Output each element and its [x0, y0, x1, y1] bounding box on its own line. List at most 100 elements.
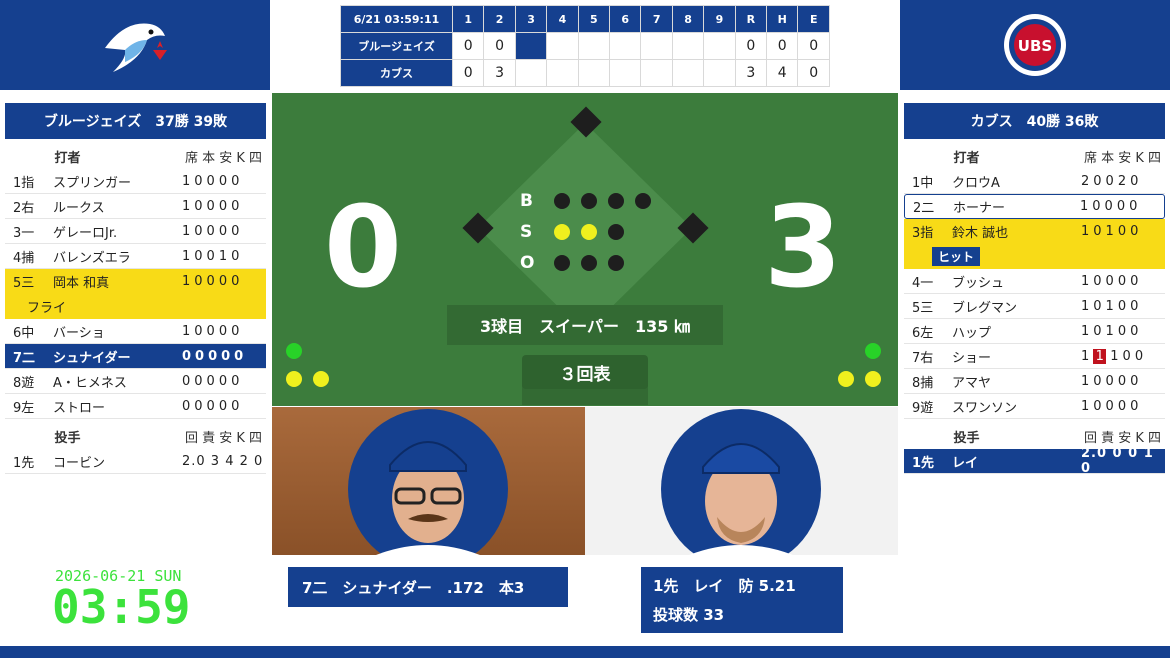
batter-row[interactable]: 1中 クロウA 20020: [904, 169, 1165, 194]
batter-row-highlighted[interactable]: 5三 岡本 和真 10000: [5, 269, 266, 294]
batter-stats: 10000: [1081, 373, 1143, 389]
at-bat-result: ヒット: [904, 244, 1165, 269]
line-score-board: 6/21 03:59:11 1 2 3 4 5 6 7 8 9 R H E ブル…: [340, 5, 830, 87]
pitcher-name: コービン: [53, 455, 106, 471]
pitcher-row[interactable]: 1先 コービン 2.0 3 4 2 0: [5, 449, 266, 474]
light-green: [865, 343, 881, 359]
batter-stats-header: 席 本 安 K 四: [184, 150, 262, 166]
inning-score: [546, 32, 579, 60]
batter-name: 岡本 和真: [53, 276, 110, 291]
home-hits: 4: [766, 59, 799, 87]
batter-position: 4一: [912, 275, 934, 291]
batter-name: スプリンガー: [53, 175, 132, 191]
count-indicator: B S O: [520, 185, 662, 278]
inning-score: 0: [451, 32, 485, 60]
batter-name: ルークス: [53, 200, 105, 216]
home-team-name: カブス: [340, 59, 453, 87]
batter-row[interactable]: 9左 ストロー 00000: [5, 394, 266, 419]
away-team-panel: ブルージェイズ 37勝 39敗 打者 席 本 安 K 四 1指 スプリンガー 100…: [5, 103, 266, 474]
away-errors: 0: [797, 32, 830, 60]
light-green: [286, 343, 302, 359]
inning-score: [577, 59, 611, 87]
away-logo-band: [0, 0, 270, 90]
field-panel: 0 3 B S O 3球目 スイーパー 135 ㎞ ３回表: [272, 93, 898, 406]
batter-name: ブレグマン: [952, 300, 1018, 316]
current-pitcher-row[interactable]: 1先 レイ 2.0 0 0 1 0: [904, 446, 1165, 476]
light-yellow: [865, 371, 881, 387]
batter-row[interactable]: 2右 ルークス 10000: [5, 194, 266, 219]
batter-name: アマヤ: [952, 375, 992, 391]
batter-header-label: 打者: [54, 150, 81, 166]
batter-row[interactable]: 4捕 バレンズエラ 10010: [5, 244, 266, 269]
homerun-marker: 1: [1093, 348, 1107, 364]
batter-position: 7二: [13, 350, 36, 366]
batter-position: 2二: [913, 201, 935, 216]
batter-position: 6中: [13, 325, 35, 341]
inning-score: 0: [451, 59, 485, 87]
batter-name: ホーナー: [953, 201, 1006, 216]
batter-row[interactable]: 6左 ハップ 10100: [904, 319, 1165, 344]
inning-score: 0: [483, 32, 516, 60]
cubs-logo-icon: UBS: [1004, 14, 1066, 76]
bottom-bar: [0, 646, 1170, 658]
batter-row[interactable]: 3一 ゲレーロJr. 10000: [5, 219, 266, 244]
ball-dot: [635, 192, 651, 209]
batter-list-header: 打者 席 本 安 K 四: [5, 143, 266, 169]
batter-position: 9遊: [912, 400, 934, 416]
batter-stats: 10000: [182, 323, 244, 339]
batter-stats: 10000: [1081, 398, 1143, 414]
batter-row-highlighted[interactable]: 3指 鈴木 誠也 10100: [904, 219, 1165, 244]
pitcher-header-label: 投手: [953, 430, 980, 446]
batter-name: バレンズエラ: [53, 250, 131, 266]
batter-name: スワンソン: [952, 400, 1018, 416]
light-yellow: [286, 371, 302, 387]
batter-name: ストロー: [53, 400, 106, 416]
away-hits: 0: [766, 32, 799, 60]
batter-row[interactable]: 7右 ショー 1 1 100: [904, 344, 1165, 369]
home-score: 3: [764, 183, 842, 313]
out-dot: [608, 254, 624, 271]
ball-dot: [581, 192, 597, 209]
runs-header: R: [734, 5, 768, 33]
batter-row[interactable]: 9遊 スワンソン 10000: [904, 394, 1165, 419]
home-runner-lights: [838, 343, 881, 391]
current-batter-row[interactable]: 7二 シュナイダー 00000: [5, 344, 266, 369]
batter-position: 5三: [912, 300, 934, 316]
pitcher-name: レイ: [952, 455, 979, 471]
batter-stats: 00000: [182, 398, 244, 414]
away-score: 0: [324, 183, 402, 313]
inning-score: [577, 32, 611, 60]
batter-row[interactable]: 6中 バーショ 10000: [5, 319, 266, 344]
current-batter-info: 7二 シュナイダー .172 本3: [288, 567, 568, 607]
first-base-icon: [677, 212, 709, 244]
third-base-icon: [462, 212, 494, 244]
batter-position: 8捕: [912, 375, 934, 391]
batter-position: 5三: [13, 276, 35, 291]
on-deck-batter-row[interactable]: 2二 ホーナー 10000: [904, 194, 1165, 219]
batter-row[interactable]: 5三 ブレグマン 10100: [904, 294, 1165, 319]
batter-row[interactable]: 4一 ブッシュ 10000: [904, 269, 1165, 294]
stat-value: 1: [1081, 348, 1094, 364]
batter-row[interactable]: 8遊 A・ヒメネス 00000: [5, 369, 266, 394]
inning-header: 6: [609, 5, 642, 33]
light-yellow: [313, 371, 329, 387]
batter-stats: 10000: [182, 198, 244, 214]
inning-header: 4: [546, 5, 579, 33]
batter-row[interactable]: 8捕 アマヤ 10000: [904, 369, 1165, 394]
inning-score: [609, 32, 642, 60]
score-datetime: 6/21 03:59:11: [340, 5, 453, 33]
hit-badge: ヒット: [932, 247, 981, 266]
batter-position: 8遊: [13, 375, 35, 391]
away-team-name: ブルージェイズ: [340, 32, 453, 60]
inning-header: 8: [671, 5, 705, 33]
batter-row[interactable]: 1指 スプリンガー 10000: [5, 169, 266, 194]
ball-dot: [608, 192, 624, 209]
inning-header: 2: [483, 5, 516, 33]
home-team-panel: カブス 40勝 36敗 打者 席 本 安 K 四 1中 クロウA 20020 2二 ホ…: [904, 103, 1165, 476]
time-label: 03:59: [52, 580, 191, 634]
batter-position: 4捕: [13, 250, 35, 266]
batter-stats: 1 1 100: [1081, 348, 1165, 364]
inning-score: [640, 32, 673, 60]
current-pitcher-info: 1先 レイ 防 5.21 投球数 33: [641, 567, 843, 633]
pitcher-stats: 2.0 3 4 2 0: [182, 453, 264, 469]
